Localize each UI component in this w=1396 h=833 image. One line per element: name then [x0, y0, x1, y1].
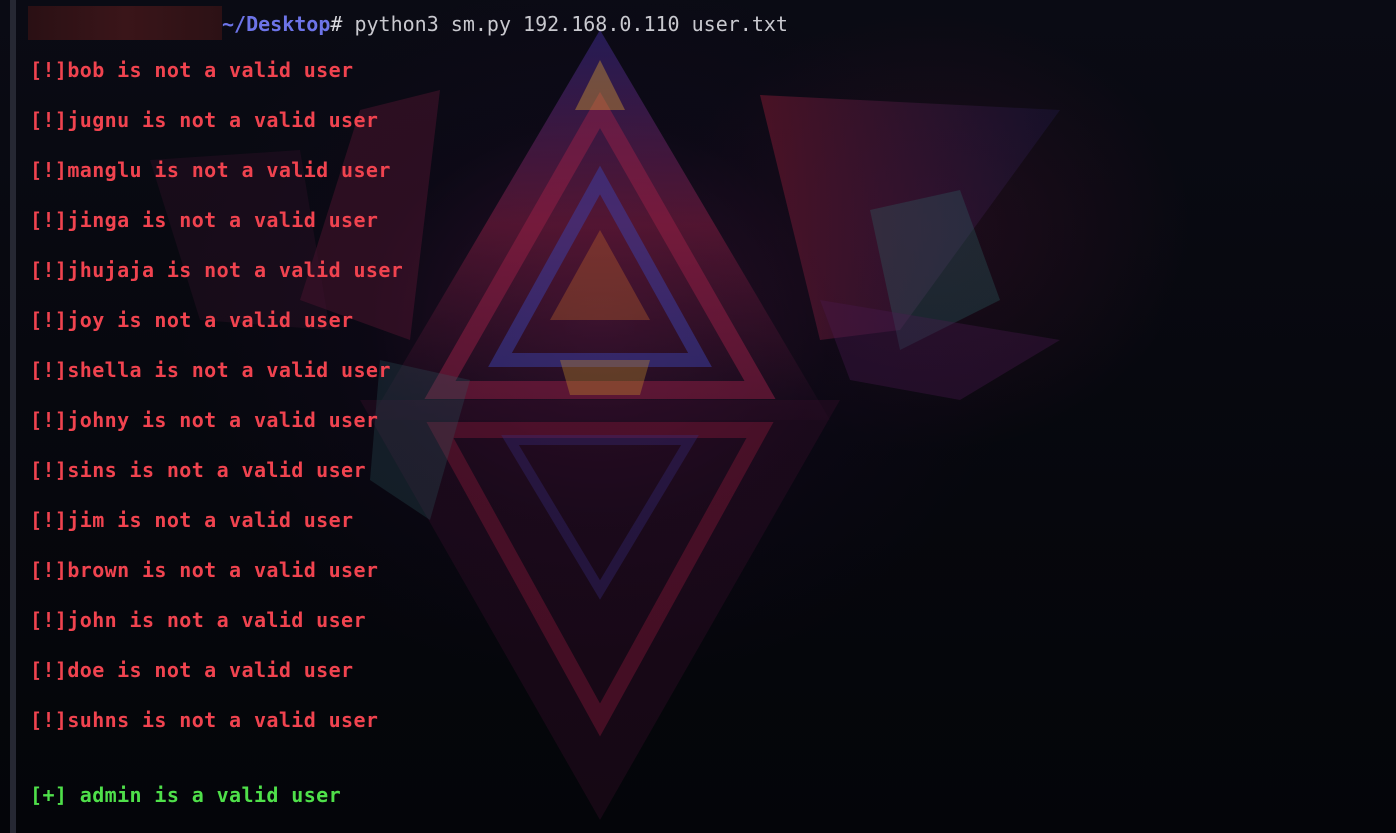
prompt-path: ~/Desktop	[222, 12, 331, 36]
window-left-border	[10, 0, 16, 833]
error-line: [!]manglu is not a valid user	[30, 158, 391, 182]
success-line: [+] admin is a valid user	[30, 783, 342, 807]
prompt-symbol: #	[330, 12, 343, 36]
redacted-hostname-block	[28, 6, 222, 40]
error-line: [!]johny is not a valid user	[30, 408, 379, 432]
error-line: [!]shella is not a valid user	[30, 358, 391, 382]
error-line: [!]brown is not a valid user	[30, 558, 379, 582]
command-prompt-line: ~/Desktop# python3 sm.py 192.168.0.110 u…	[28, 6, 788, 40]
error-line: [!]sins is not a valid user	[30, 458, 366, 482]
error-line: [!]jinga is not a valid user	[30, 208, 379, 232]
error-line: [!]suhns is not a valid user	[30, 708, 379, 732]
error-line: [!]doe is not a valid user	[30, 658, 354, 682]
terminal-window[interactable]: ~/Desktop# python3 sm.py 192.168.0.110 u…	[0, 0, 1396, 833]
error-line: [!]jhujaja is not a valid user	[30, 258, 404, 282]
error-line: [!]joy is not a valid user	[30, 308, 354, 332]
command-text: python3 sm.py 192.168.0.110 user.txt	[342, 12, 788, 36]
error-line: [!]jim is not a valid user	[30, 508, 354, 532]
error-line: [!]john is not a valid user	[30, 608, 366, 632]
error-line: [!]jugnu is not a valid user	[30, 108, 379, 132]
error-line: [!]bob is not a valid user	[30, 58, 354, 82]
